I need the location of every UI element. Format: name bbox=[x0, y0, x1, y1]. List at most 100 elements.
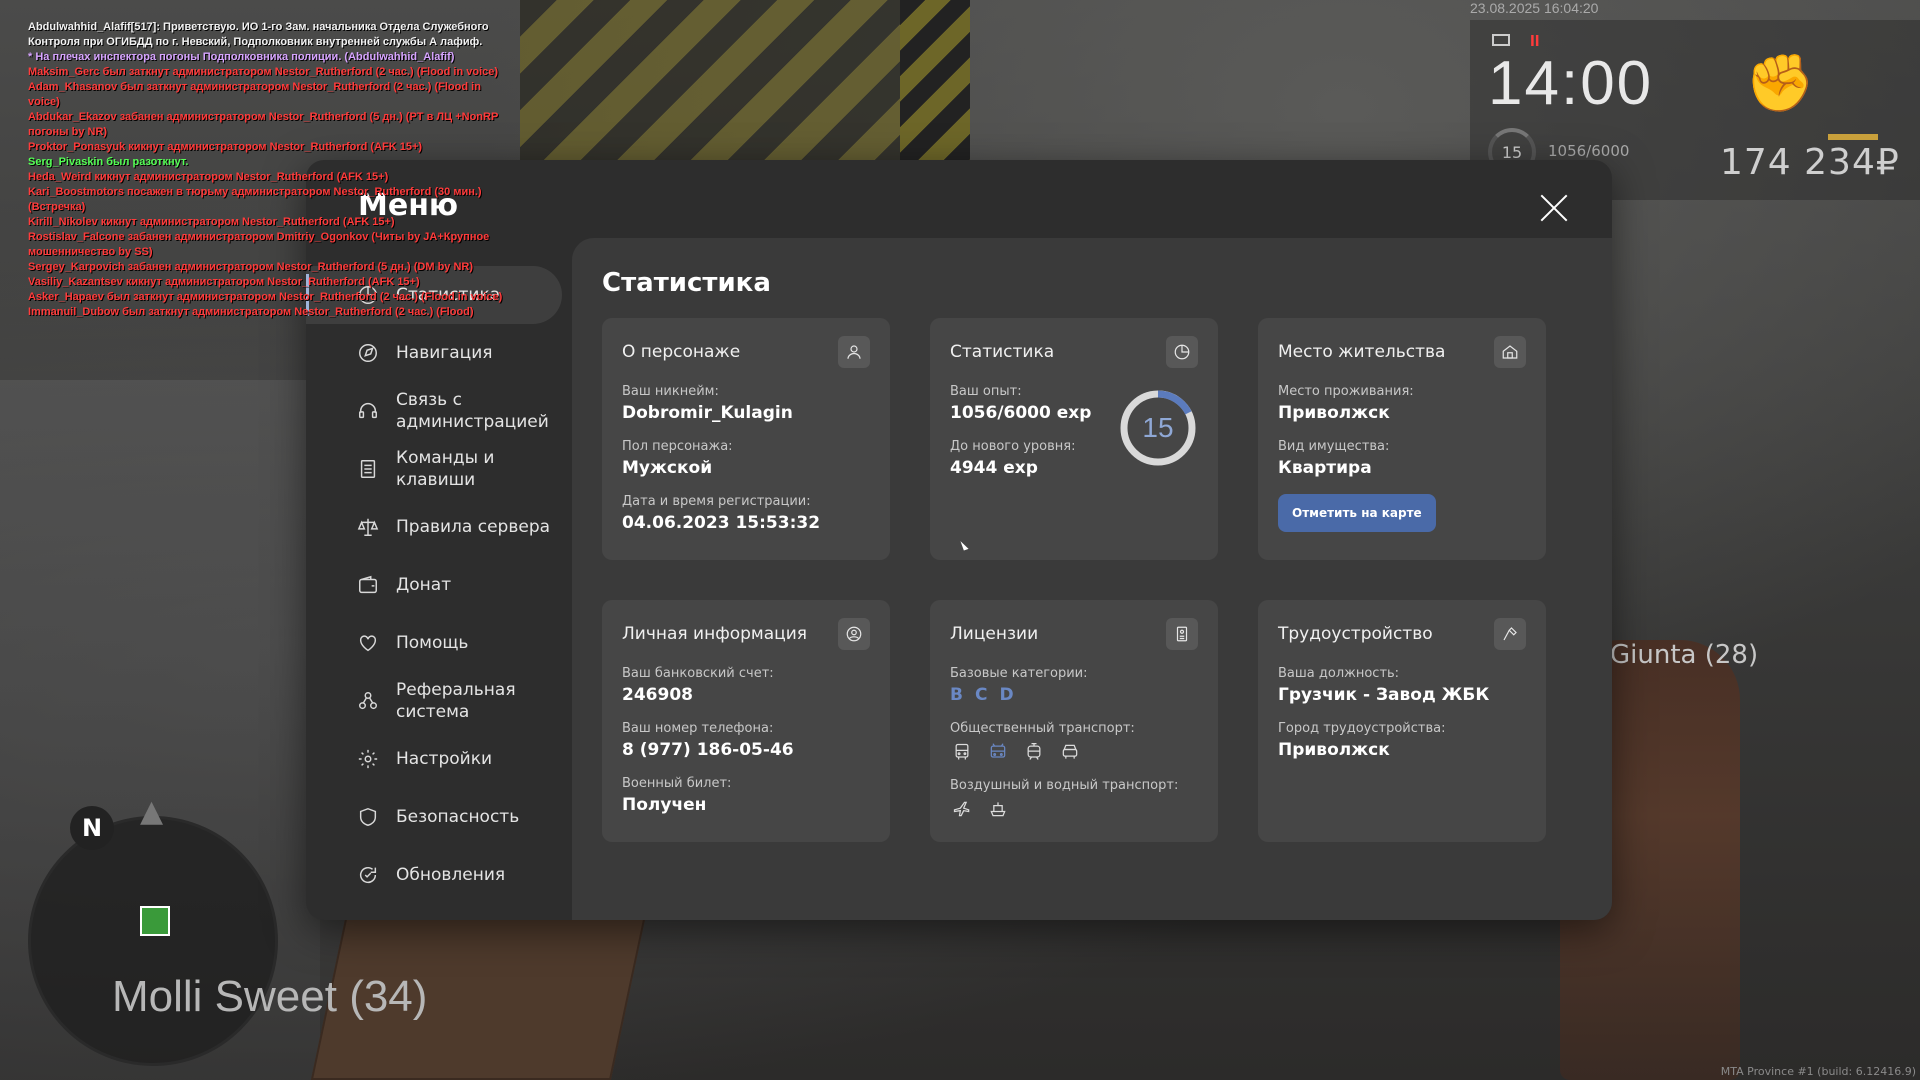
mark-on-map-button[interactable]: Отметить на карте bbox=[1278, 494, 1436, 532]
updates-icon bbox=[356, 863, 380, 887]
chat-line: Adam_Khasanov был заткнут администраторо… bbox=[28, 81, 481, 108]
field-label: Ваша должность: bbox=[1278, 666, 1400, 681]
license-category: B bbox=[950, 685, 963, 705]
field-label: Дата и время регистрации: bbox=[622, 494, 811, 509]
mail-icon bbox=[1492, 34, 1510, 46]
field-label: Место проживания: bbox=[1278, 384, 1414, 399]
hud-datetime: 23.08.2025 16:04:20 bbox=[1470, 0, 1599, 16]
trolleybus-icon bbox=[986, 740, 1010, 764]
sidebar-item-referral[interactable]: Реферальная система bbox=[306, 672, 562, 730]
chat-line: Asker_Hapaev был заткнут администратором… bbox=[28, 291, 503, 303]
sidebar: Статистика Навигация Связь с администрац… bbox=[306, 266, 562, 904]
close-button[interactable] bbox=[1536, 190, 1572, 226]
field-label: Город трудоустройства: bbox=[1278, 721, 1446, 736]
sidebar-item-label: Безопасность bbox=[396, 807, 520, 827]
license-categories: B C D bbox=[950, 685, 1198, 705]
sidebar-item-security[interactable]: Безопасность bbox=[306, 788, 562, 846]
property-value: Квартира bbox=[1278, 458, 1372, 478]
sidebar-item-navigation[interactable]: Навигация bbox=[306, 324, 562, 382]
scales-icon bbox=[356, 515, 380, 539]
sidebar-item-updates[interactable]: Обновления bbox=[306, 846, 562, 904]
clock-stats-icon bbox=[1166, 336, 1198, 368]
section-title: Статистика bbox=[602, 268, 771, 298]
sidebar-item-label: Донат bbox=[396, 575, 452, 595]
stats-cards: О персонаже Ваш никнейм: Dobromir_Kulagi… bbox=[602, 318, 1546, 842]
background-pillar bbox=[900, 0, 970, 160]
wallet-icon bbox=[356, 573, 380, 597]
help-heart-icon bbox=[356, 631, 380, 655]
card-character: О персонаже Ваш никнейм: Dobromir_Kulagi… bbox=[602, 318, 890, 560]
mountain-icon: ▲ bbox=[140, 794, 164, 829]
chat-line: Proktor_Ponasyuk кикнут администратором … bbox=[28, 141, 423, 153]
chat-line: * На плечах инспектора погоны Подполковн… bbox=[28, 51, 455, 63]
chat-line: Abdukar_Ekazov забанен администратором N… bbox=[28, 111, 499, 138]
registration-value: 04.06.2023 15:53:32 bbox=[622, 513, 821, 533]
nearby-player-name: Giunta (28) bbox=[1610, 640, 1759, 670]
user-icon bbox=[838, 336, 870, 368]
boat-icon bbox=[986, 797, 1010, 821]
field-label: Военный билет: bbox=[622, 776, 732, 791]
field-label: Базовые категории: bbox=[950, 666, 1088, 681]
chat-line: Serg_Pivaskin был разоткнут. bbox=[28, 156, 189, 168]
sidebar-item-label: Помощь bbox=[396, 633, 469, 653]
fist-icon: ✊ bbox=[1745, 51, 1815, 116]
chat-line: Maksim_Gerc был заткнут администратором … bbox=[28, 66, 499, 78]
sidebar-item-label: Правила сервера bbox=[396, 517, 551, 537]
field-label: Воздушный и водный транспорт: bbox=[950, 778, 1179, 793]
card-personal-info: Личная информация Ваш банковский счет: 2… bbox=[602, 600, 890, 842]
commands-icon bbox=[356, 457, 380, 481]
chat-line: Immanuil_Dubow был заткнут администратор… bbox=[28, 306, 474, 318]
chat-line: Sergey_Karpovich забанен администратором… bbox=[28, 261, 474, 273]
hud-money: 174 234₽ bbox=[1720, 142, 1900, 183]
chat-line: Vasiliy_Kazantsev кикнут администратором… bbox=[28, 276, 420, 288]
phone-value: 8 (977) 186-05-46 bbox=[622, 740, 794, 760]
chat-line: Kirill_Nikolev кикнут администратором Ne… bbox=[28, 216, 395, 228]
referral-icon bbox=[356, 689, 380, 713]
card-title: Личная информация bbox=[622, 624, 808, 644]
sidebar-item-label: Навигация bbox=[396, 343, 493, 363]
tram-icon bbox=[1022, 740, 1046, 764]
hud-time: 14:00 bbox=[1488, 49, 1654, 118]
military-id-value: Получен bbox=[622, 795, 707, 815]
sidebar-item-donate[interactable]: Донат bbox=[306, 556, 562, 614]
card-title: Место жительства bbox=[1278, 342, 1446, 362]
sidebar-item-commands[interactable]: Команды и клавиши bbox=[306, 440, 562, 498]
content-panel: Статистика О персонаже Ваш никнейм: Dobr… bbox=[572, 238, 1612, 920]
field-label: Ваш никнейм: bbox=[622, 384, 719, 399]
card-licenses: Лицензии Базовые категории: B C D Общест… bbox=[930, 600, 1218, 842]
card-title: О персонаже bbox=[622, 342, 741, 362]
sidebar-item-help[interactable]: Помощь bbox=[306, 614, 562, 672]
sidebar-item-contact-admin[interactable]: Связь с администрацией bbox=[306, 382, 562, 440]
field-label: Ваш банковский счет: bbox=[622, 666, 774, 681]
sidebar-item-rules[interactable]: Правила сервера bbox=[306, 498, 562, 556]
shield-icon bbox=[356, 805, 380, 829]
gear-icon bbox=[356, 747, 380, 771]
user-circle-icon bbox=[838, 618, 870, 650]
build-info: MTA Province #1 (build: 6.12416.9) bbox=[1720, 1065, 1916, 1078]
sidebar-item-label: Связь с администрацией bbox=[396, 390, 549, 432]
bus-icon bbox=[950, 740, 974, 764]
public-transport-icons bbox=[950, 740, 1198, 764]
nickname-value: Dobromir_Kulagin bbox=[622, 403, 793, 423]
sidebar-item-label: Реферальная система bbox=[396, 680, 516, 722]
residence-value: Приволжск bbox=[1278, 403, 1390, 423]
job-position-value: Грузчик - Завод ЖБК bbox=[1278, 685, 1490, 705]
chat-line: Kari_Boostmotors посажен в тюрьму админи… bbox=[28, 186, 482, 213]
job-city-value: Приволжск bbox=[1278, 740, 1390, 760]
chat-line: Abdulwahhid_Alafif[517]: Приветствую. ИО… bbox=[28, 21, 489, 48]
hud-health-bar bbox=[1828, 134, 1878, 140]
player-marker-icon bbox=[140, 906, 170, 936]
sidebar-item-label: Настройки bbox=[396, 749, 493, 769]
license-icon bbox=[1166, 618, 1198, 650]
field-label: Общественный транспорт: bbox=[950, 721, 1135, 736]
hud-exp: 1056/6000 bbox=[1548, 142, 1630, 160]
card-title: Трудоустройство bbox=[1278, 624, 1433, 644]
chat-log: Abdulwahhid_Alafif[517]: Приветствую. ИО… bbox=[28, 20, 508, 320]
field-label: Пол персонажа: bbox=[622, 439, 733, 454]
card-residence: Место жительства Место проживания: Приво… bbox=[1258, 318, 1546, 560]
field-label: Вид имущества: bbox=[1278, 439, 1390, 454]
sidebar-item-settings[interactable]: Настройки bbox=[306, 730, 562, 788]
card-experience: Статистика Ваш опыт: 1056/6000 exp До но… bbox=[930, 318, 1218, 560]
navigation-icon bbox=[356, 341, 380, 365]
minimap bbox=[28, 816, 278, 1066]
